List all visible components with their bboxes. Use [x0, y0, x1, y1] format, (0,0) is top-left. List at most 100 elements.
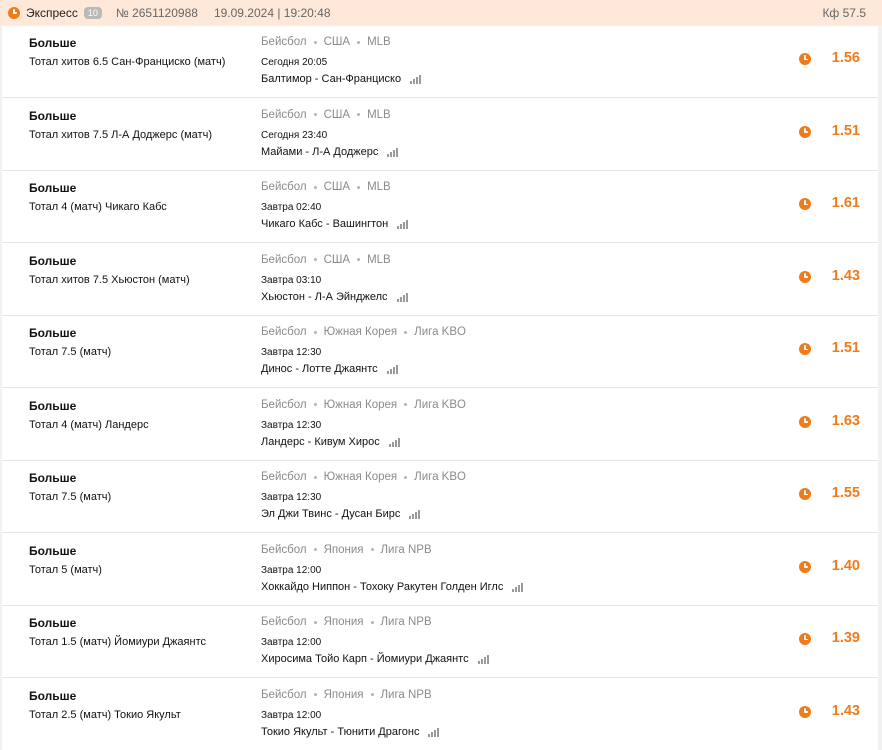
- separator-dot: [313, 113, 317, 116]
- match-link[interactable]: Чикаго Кабс - Вашингтон: [261, 218, 409, 230]
- bet-row[interactable]: Больше Тотал хитов 7.5 Хьюстон (матч) Бе…: [2, 244, 878, 316]
- bet-outcome: Больше: [29, 36, 77, 50]
- statistics-icon[interactable]: [386, 364, 398, 374]
- statistics-icon[interactable]: [397, 219, 409, 229]
- event-category: Бейсбол США MLB: [261, 109, 391, 121]
- match-link[interactable]: Хьюстон - Л-А Эйнджелс: [261, 291, 408, 303]
- match-link[interactable]: Хоккайдо Ниппон - Тохоку Ракутен Голден …: [261, 581, 524, 593]
- event-category: Бейсбол США MLB: [261, 36, 391, 48]
- separator-dot: [313, 330, 317, 334]
- clock-icon: [799, 415, 811, 428]
- odds-value: 1.51: [831, 340, 860, 356]
- bet-row[interactable]: Больше Тотал 4 (матч) Чикаго Кабс Бейсбо…: [2, 171, 878, 243]
- league-name: Лига NPB: [380, 543, 432, 556]
- sport-name: Бейсбол: [261, 688, 307, 701]
- clock-icon: [799, 53, 811, 65]
- separator-dot: [404, 403, 408, 406]
- odds-value: 1.63: [831, 412, 860, 429]
- separator-dot: [313, 475, 317, 479]
- event-time: Завтра 12:30: [261, 419, 322, 431]
- statistics-icon[interactable]: [428, 727, 440, 737]
- event-category: Бейсбол Япония Лига NPB: [261, 616, 432, 628]
- league-name: MLB: [367, 36, 391, 48]
- statistics-icon[interactable]: [477, 654, 489, 664]
- event-category: Бейсбол Южная Корея Лига KBO: [261, 399, 466, 411]
- match-link[interactable]: Ландерс - Кивум Хирос: [261, 436, 400, 448]
- match-link[interactable]: Динос - Лотте Джаянтс: [261, 363, 398, 375]
- match-link[interactable]: Эл Джи Твинс - Дусан Бирс: [261, 508, 421, 520]
- bet-market: Тотал хитов 7.5 Хьюстон (матч): [29, 273, 190, 286]
- event-category: Бейсбол Южная Корея Лига KBO: [261, 471, 466, 483]
- clock-icon: [799, 488, 811, 500]
- event-time: Завтра 02:40: [261, 202, 322, 213]
- league-name: MLB: [367, 181, 391, 193]
- sport-name: Бейсбол: [261, 253, 307, 266]
- clock-icon: [799, 560, 811, 573]
- country-name: Япония: [323, 616, 364, 628]
- match-link[interactable]: Токио Якульт - Тюнити Драгонс: [261, 726, 440, 738]
- separator-dot: [313, 40, 317, 44]
- event-time: Завтра 12:00: [261, 709, 322, 721]
- bet-row[interactable]: Больше Тотал 2.5 (матч) Токио Якульт Бей…: [2, 679, 878, 750]
- separator-dot: [357, 40, 361, 44]
- separator-dot: [357, 113, 361, 116]
- match-link[interactable]: Балтимор - Сан-Франциско: [261, 73, 422, 85]
- match-teams: Хьюстон - Л-А Эйнджелс: [261, 290, 388, 303]
- bet-row[interactable]: Больше Тотал 5 (матч) Бейсбол Япония Лига …: [2, 534, 878, 606]
- event-category: Бейсбол Япония Лига NPB: [261, 689, 432, 701]
- bet-row[interactable]: Больше Тотал хитов 6.5 Сан-Франциско (ма…: [2, 26, 878, 98]
- match-teams: Майами - Л-А Доджерс: [261, 145, 379, 158]
- statistics-icon[interactable]: [409, 509, 421, 519]
- clock-icon: [799, 705, 811, 718]
- country-name: Япония: [323, 543, 364, 556]
- bet-header[interactable]: Экспресс 10 № 2651120988 19.09.2024 | 19…: [0, 0, 882, 25]
- match-teams: Балтимор - Сан-Франциско: [261, 73, 402, 85]
- event-category: Бейсбол США MLB: [261, 181, 391, 193]
- total-odds: Кф 57.5: [822, 6, 866, 20]
- bet-row[interactable]: Больше Тотал 7.5 (матч) Бейсбол Южная Кор…: [2, 461, 878, 533]
- statistics-icon[interactable]: [410, 74, 422, 84]
- league-name: Лига NPB: [380, 616, 432, 628]
- sport-name: Бейсбол: [261, 326, 307, 338]
- event-time: Завтра 12:00: [261, 637, 322, 648]
- sport-name: Бейсбол: [261, 181, 307, 193]
- league-name: Лига NPB: [380, 688, 432, 701]
- statistics-icon[interactable]: [396, 292, 408, 302]
- odds-value: 1.39: [831, 630, 860, 646]
- league-name: Лига KBO: [414, 326, 466, 338]
- sport-name: Бейсбол: [261, 398, 307, 411]
- bet-outcome: Больше: [29, 471, 77, 485]
- clock-icon: [799, 198, 811, 210]
- event-time: Завтра 03:10: [261, 274, 322, 286]
- event-time: Завтра 12:30: [261, 347, 322, 358]
- bet-row[interactable]: Больше Тотал 7.5 (матч) Бейсбол Южная Кор…: [2, 316, 878, 388]
- clock-icon: [799, 343, 811, 355]
- separator-dot: [357, 185, 361, 189]
- separator-dot: [313, 548, 317, 551]
- statistics-icon[interactable]: [388, 437, 400, 447]
- event-category: Бейсбол Южная Корея Лига KBO: [261, 326, 466, 338]
- bet-row[interactable]: Больше Тотал 1.5 (матч) Йомиури Джаянтс …: [2, 606, 878, 678]
- separator-dot: [313, 258, 317, 261]
- statistics-icon[interactable]: [512, 582, 524, 592]
- league-name: Лига KBO: [414, 471, 466, 483]
- bet-row[interactable]: Больше Тотал 4 (матч) Ландерс Бейсбол Южн…: [2, 389, 878, 461]
- event-time: Завтра 12:30: [261, 492, 322, 503]
- odds-value: 1.40: [831, 557, 860, 574]
- country-name: Япония: [323, 688, 364, 701]
- statistics-icon[interactable]: [387, 147, 399, 157]
- separator-dot: [370, 548, 374, 551]
- league-name: MLB: [367, 253, 391, 266]
- bet-market: Тотал 7.5 (матч): [29, 491, 112, 503]
- match-link[interactable]: Хиросима Тойо Карп - Йомиури Джаянтс: [261, 653, 489, 665]
- event-category: Бейсбол США MLB: [261, 254, 391, 266]
- match-link[interactable]: Майами - Л-А Доджерс: [261, 145, 399, 158]
- separator-dot: [404, 330, 408, 334]
- separator-dot: [370, 620, 374, 624]
- bet-market: Тотал 1.5 (матч) Йомиури Джаянтс: [29, 636, 206, 648]
- odds-value: 1.56: [831, 50, 860, 66]
- bet-outcome: Больше: [29, 543, 77, 558]
- bet-row[interactable]: Больше Тотал хитов 7.5 Л-А Доджерс (матч…: [2, 99, 878, 171]
- separator-dot: [313, 620, 317, 624]
- bet-market: Тотал 4 (матч) Чикаго Кабс: [29, 201, 167, 213]
